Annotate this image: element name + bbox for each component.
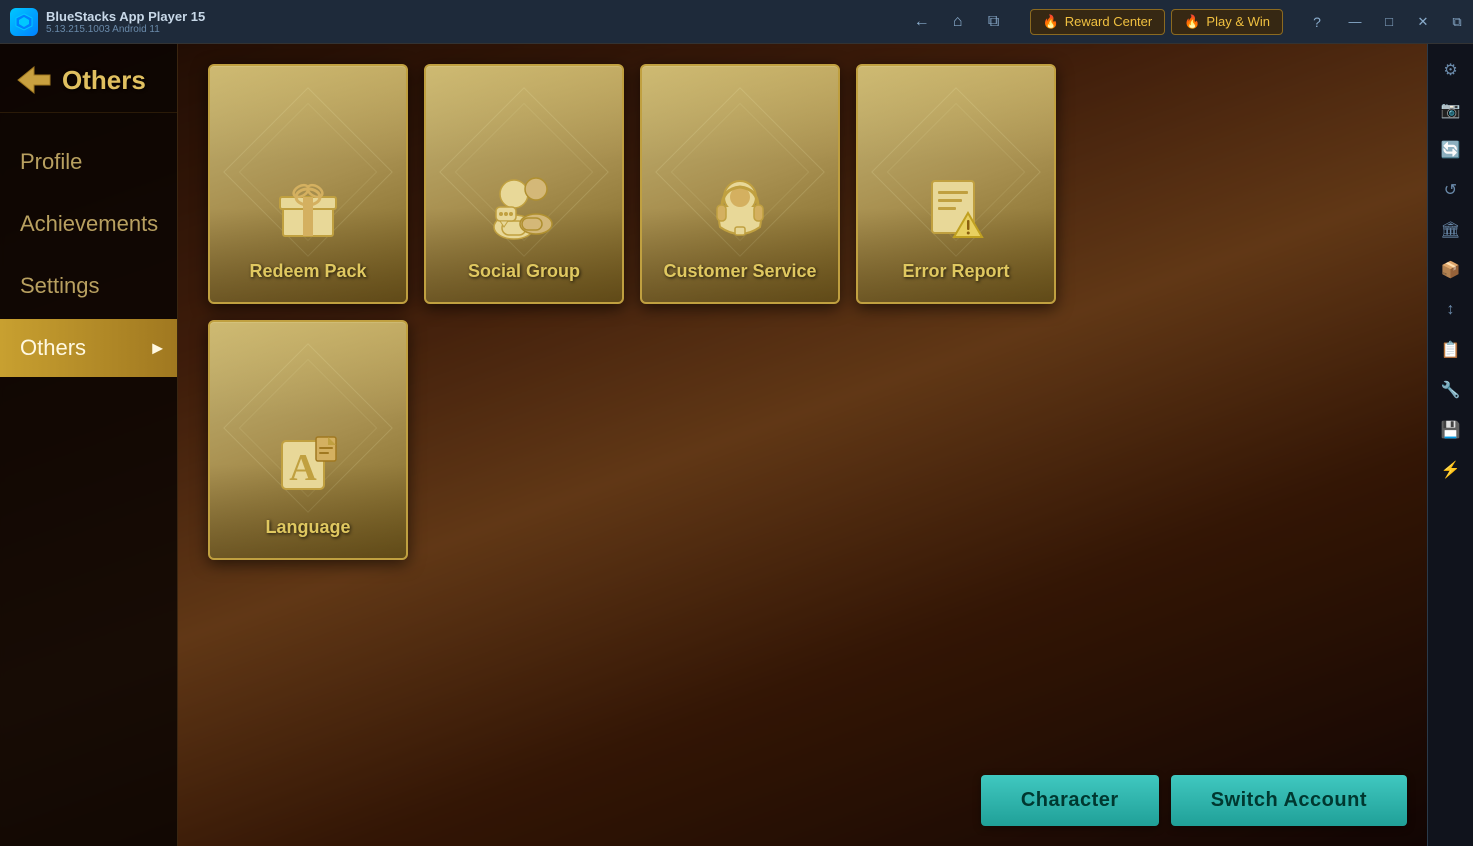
play-win-button[interactable]: 🔥 Play & Win — [1171, 9, 1283, 35]
play-win-icon: 🔥 — [1184, 14, 1200, 30]
rp-building-icon[interactable]: 🏛 — [1433, 212, 1469, 248]
rp-package-icon[interactable]: 📦 — [1433, 252, 1469, 288]
play-win-label: Play & Win — [1206, 14, 1270, 29]
rp-tool-icon[interactable]: 🔧 — [1433, 372, 1469, 408]
app-title-block: BlueStacks App Player 15 5.13.215.1003 A… — [46, 9, 205, 35]
language-label: Language — [265, 517, 350, 538]
right-panel: ⚙ 📷 🔄 ↺ 🏛 📦 ↕ 📋 🔧 💾 ⚡ — [1427, 44, 1473, 846]
page-back-arrow[interactable] — [16, 62, 52, 98]
titlebar-nav: ← ⌂ ⧉ — [898, 6, 1018, 38]
reward-fire-icon: 🔥 — [1043, 14, 1059, 30]
sidebar-item-settings[interactable]: Settings — [0, 257, 177, 315]
multi-button[interactable]: ⧉ — [978, 6, 1010, 38]
sidebar-item-others[interactable]: Others — [0, 319, 177, 377]
rp-settings-icon[interactable]: ⚙ — [1433, 52, 1469, 88]
customer-service-icon — [700, 169, 780, 249]
cards-row-2: A Language — [208, 320, 1397, 560]
titlebar-icons: ? — [1295, 8, 1339, 36]
gift-icon — [268, 169, 348, 249]
game-area: Others Profile Achievements Settings Oth… — [0, 44, 1427, 846]
customer-service-label: Customer Service — [663, 261, 816, 282]
error-report-label: Error Report — [902, 261, 1009, 282]
minimize-button[interactable]: — — [1339, 6, 1371, 38]
rp-camera-icon[interactable]: 📷 — [1433, 92, 1469, 128]
social-group-label: Social Group — [468, 261, 580, 282]
rp-resize-icon[interactable]: ↕ — [1433, 292, 1469, 328]
cards-row-1: Redeem Pack — [208, 64, 1397, 304]
redeem-pack-label: Redeem Pack — [249, 261, 366, 282]
bottom-bar: Character Switch Account — [981, 775, 1407, 826]
fullscreen-button[interactable]: ⧉ — [1441, 6, 1473, 38]
reward-center-label: Reward Center — [1065, 14, 1152, 29]
left-sidebar: Others Profile Achievements Settings Oth… — [0, 44, 178, 846]
titlebar-left: BlueStacks App Player 15 5.13.215.1003 A… — [0, 8, 898, 36]
content-area: Redeem Pack — [178, 44, 1427, 846]
character-button[interactable]: Character — [981, 775, 1159, 826]
window-controls: — □ ✕ ⧉ — [1339, 6, 1473, 38]
nav-items: Profile Achievements Settings Others — [0, 113, 177, 846]
close-button[interactable]: ✕ — [1407, 6, 1439, 38]
reward-center-button[interactable]: 🔥 Reward Center — [1030, 9, 1166, 35]
social-group-icon — [484, 169, 564, 249]
rp-save-icon[interactable]: 💾 — [1433, 412, 1469, 448]
page-header: Others — [0, 44, 177, 113]
bluestacks-logo — [10, 8, 38, 36]
help-button[interactable]: ? — [1303, 8, 1331, 36]
language-card[interactable]: A Language — [208, 320, 408, 560]
app-name: BlueStacks App Player 15 — [46, 9, 205, 24]
redeem-pack-card[interactable]: Redeem Pack — [208, 64, 408, 304]
maximize-button[interactable]: □ — [1373, 6, 1405, 38]
rp-sync-icon[interactable]: 🔄 — [1433, 132, 1469, 168]
rp-power-icon[interactable]: ⚡ — [1433, 452, 1469, 488]
titlebar-right: 🔥 Reward Center 🔥 Play & Win — [1018, 9, 1295, 35]
social-group-card[interactable]: Social Group — [424, 64, 624, 304]
sidebar-item-achievements[interactable]: Achievements — [0, 195, 177, 253]
language-icon: A — [268, 425, 348, 505]
svg-text:A: A — [289, 447, 317, 489]
sidebar-item-profile[interactable]: Profile — [0, 133, 177, 191]
back-button[interactable]: ← — [906, 6, 938, 38]
switch-account-button[interactable]: Switch Account — [1171, 775, 1407, 826]
titlebar: BlueStacks App Player 15 5.13.215.1003 A… — [0, 0, 1473, 44]
error-report-card[interactable]: Error Report — [856, 64, 1056, 304]
rp-rotate-icon[interactable]: ↺ — [1433, 172, 1469, 208]
customer-service-card[interactable]: Customer Service — [640, 64, 840, 304]
page-title: Others — [62, 65, 146, 96]
error-report-icon — [916, 169, 996, 249]
home-button[interactable]: ⌂ — [942, 6, 974, 38]
rp-clipboard-icon[interactable]: 📋 — [1433, 332, 1469, 368]
app-version: 5.13.215.1003 Android 11 — [46, 24, 205, 35]
